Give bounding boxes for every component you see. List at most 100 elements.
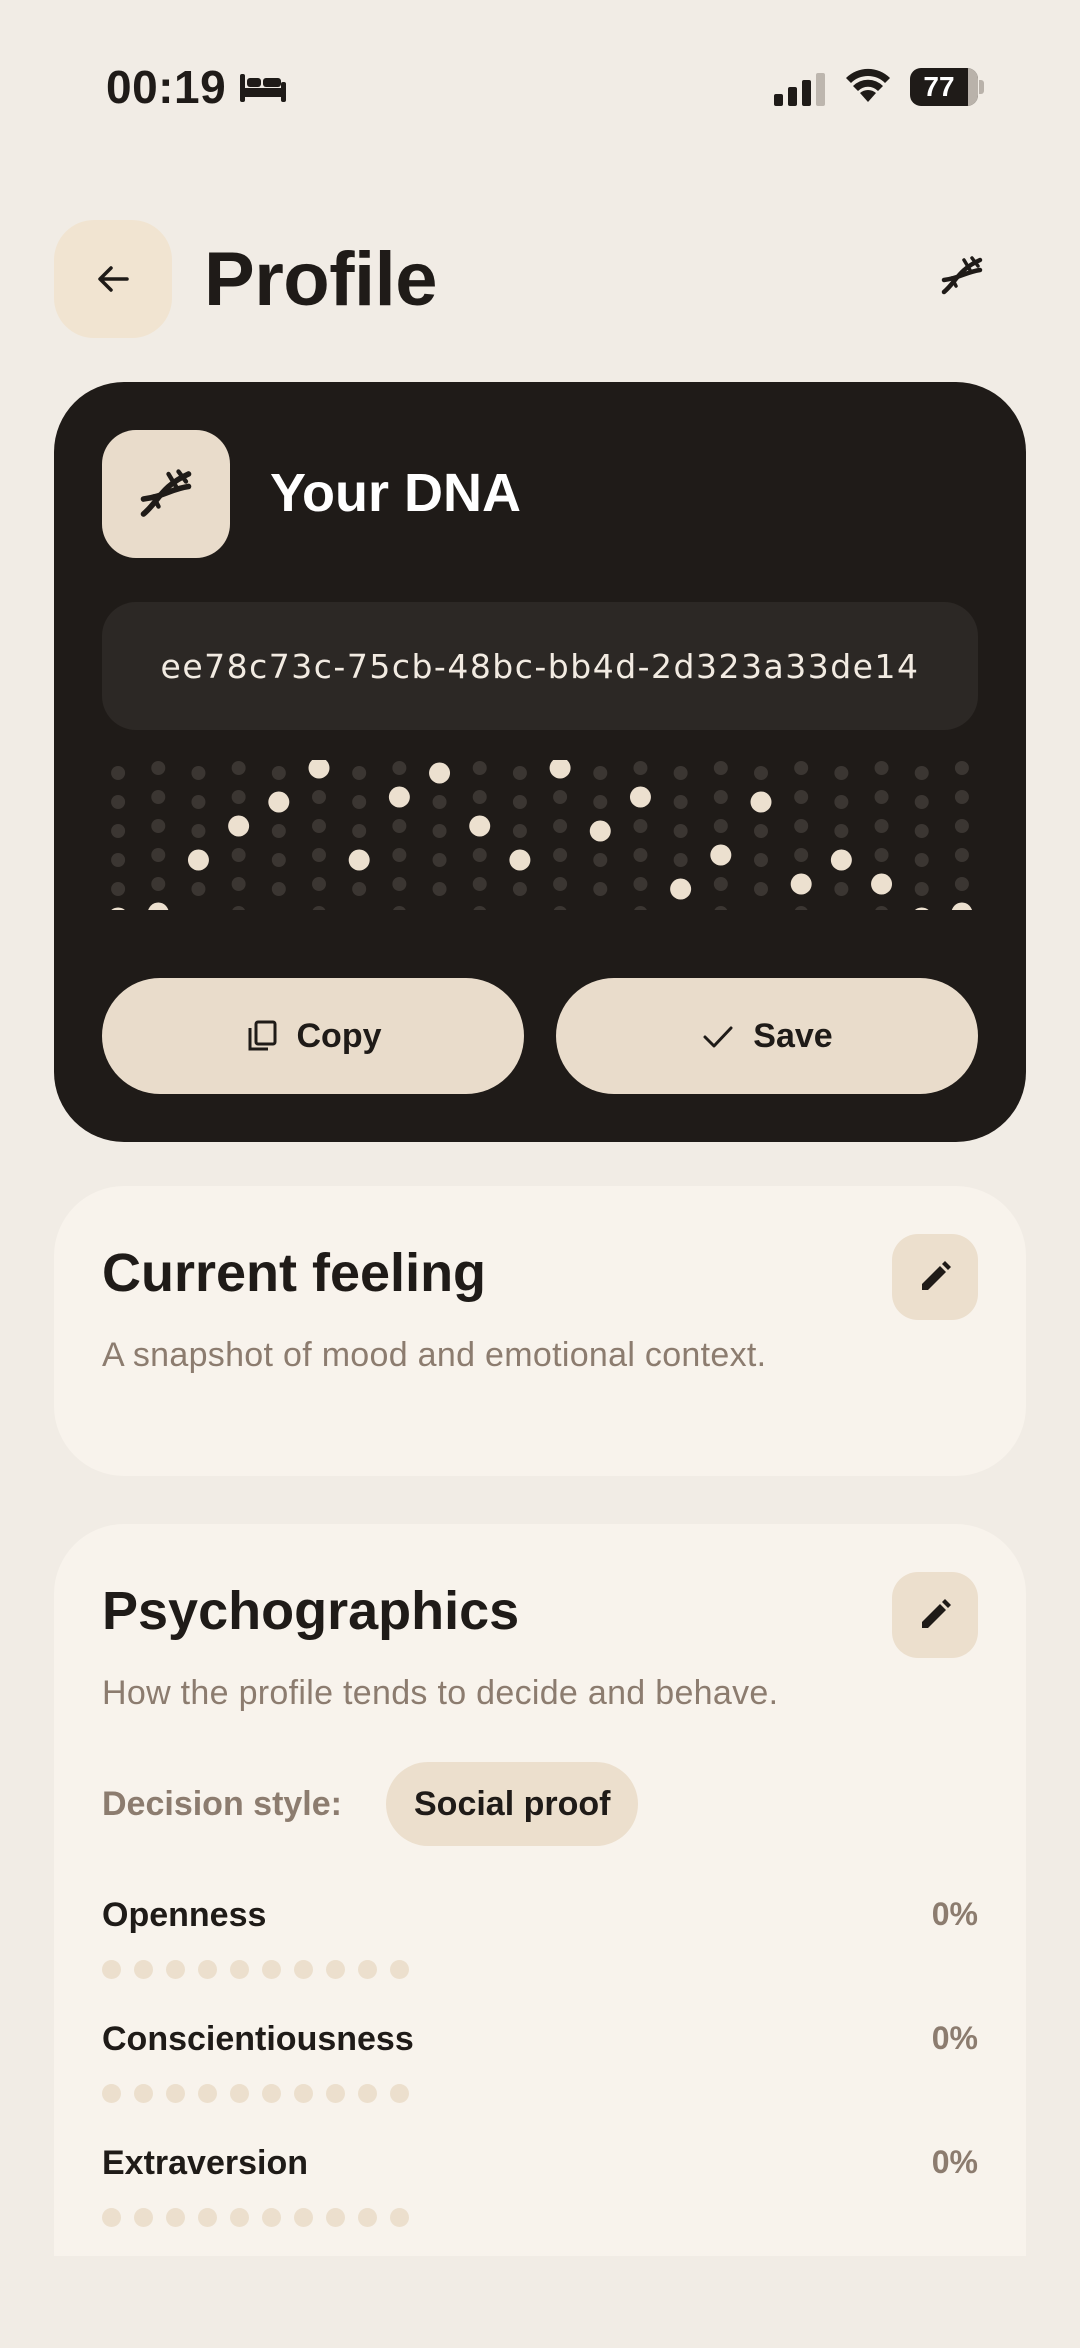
- dna-pattern-dot: [754, 853, 768, 867]
- dna-pattern-dot: [472, 790, 487, 804]
- dna-pattern-dot: [512, 766, 527, 780]
- dna-pattern-dot-active: [871, 873, 893, 895]
- dna-pattern-dot: [914, 882, 929, 896]
- dna-pattern-dot: [673, 766, 688, 780]
- back-button[interactable]: [54, 220, 172, 338]
- dna-id-field[interactable]: ee78c73c-75cb-48bc-bb4d-2d323a33de14: [102, 602, 978, 730]
- dna-pattern-dot: [111, 853, 126, 867]
- current-feeling-description: A snapshot of mood and emotional context…: [102, 1336, 767, 1374]
- dna-pattern-dot: [111, 795, 126, 809]
- dna-pattern-dot-active: [589, 820, 611, 842]
- dna-pattern-dot: [713, 790, 728, 804]
- dna-pattern-dot: [633, 877, 648, 891]
- dna-pattern-dot: [954, 877, 969, 891]
- dna-pattern-dot: [231, 761, 246, 775]
- current-feeling-section: Current feeling A snapshot of mood and e…: [54, 1186, 1026, 1476]
- dna-pattern-dot: [512, 795, 527, 809]
- dna-pattern-dot: [914, 853, 929, 867]
- dna-pattern-dot: [834, 766, 849, 780]
- psychographics-title: Psychographics: [102, 1581, 520, 1641]
- dna-icon: [140, 469, 192, 517]
- dna-pattern-dot: [834, 882, 849, 896]
- trait-level-dots: [102, 2208, 409, 2227]
- dna-pattern-dot: [954, 819, 969, 833]
- dna-pattern-dot: [432, 824, 447, 838]
- dna-pattern-dot: [914, 795, 929, 809]
- copy-icon: [248, 1020, 276, 1051]
- save-label: Save: [753, 1016, 833, 1055]
- dna-pattern-dot: [874, 819, 889, 833]
- dna-pattern-dot: [151, 761, 166, 775]
- dna-pattern-dot: [954, 790, 969, 804]
- psychographics-description: How the profile tends to decide and beha…: [102, 1674, 779, 1712]
- save-button[interactable]: Save: [556, 978, 978, 1094]
- dna-pattern-dot: [473, 906, 487, 910]
- pencil-icon: [922, 1599, 951, 1628]
- dna-pattern-dot: [673, 824, 688, 838]
- dna-pattern-dot: [593, 882, 608, 896]
- dna-pattern-dot-active: [228, 815, 250, 837]
- dna-pattern-dot: [553, 790, 568, 804]
- battery-indicator: 77: [910, 68, 984, 106]
- dna-pattern-dot: [312, 848, 326, 862]
- dna-pattern-dot: [151, 848, 166, 862]
- dna-pattern-dot: [754, 882, 768, 896]
- edit-feeling-button[interactable]: [892, 1234, 978, 1320]
- dna-pattern-dot-active: [790, 873, 812, 895]
- trait-value: 0%: [931, 2144, 978, 2180]
- dna-pattern-dot-active: [509, 849, 531, 871]
- dna-pattern-dot-active: [308, 760, 330, 779]
- dna-pattern-dot: [954, 848, 969, 862]
- dna-pattern-dot-active: [187, 849, 209, 871]
- dna-pattern-dot: [633, 761, 648, 775]
- check-icon: [703, 1026, 733, 1048]
- dna-pattern-dot: [874, 848, 889, 862]
- dna-pattern-dot: [312, 790, 326, 804]
- dna-pattern-dot: [151, 819, 166, 833]
- dna-pattern-dot: [392, 761, 407, 775]
- page-title: Profile: [204, 237, 438, 322]
- dna-pattern-dot: [472, 877, 487, 891]
- dna-pattern-dot-active: [111, 907, 125, 910]
- dna-pattern-dot: [191, 766, 206, 780]
- dna-pattern-dot: [191, 882, 206, 896]
- trait-name: Openness: [102, 1896, 267, 1934]
- dna-pattern-dot: [874, 790, 889, 804]
- dna-pattern-dot: [794, 848, 809, 862]
- decision-style-label: Decision style:: [102, 1785, 342, 1823]
- trait-conscientiousness: Conscientiousness 0%: [102, 2020, 978, 2130]
- dna-pattern-dot: [392, 848, 407, 862]
- dna-pattern-dot-active: [629, 786, 651, 808]
- dna-pattern-dot: [553, 877, 568, 891]
- current-feeling-title: Current feeling: [102, 1243, 487, 1303]
- dna-pattern-dot: [713, 761, 728, 775]
- dna-pattern-dot: [111, 824, 126, 838]
- dna-pattern-dot: [914, 824, 929, 838]
- dna-pattern-dot: [553, 906, 567, 910]
- dna-pattern-dot: [673, 853, 688, 867]
- dna-pattern-dot: [271, 766, 286, 780]
- dna-pattern-dot-active: [830, 849, 852, 871]
- dna-pattern-dot: [151, 877, 166, 891]
- dna-pattern-dot-active: [750, 791, 772, 813]
- dna-pattern-dot: [633, 848, 648, 862]
- trait-openness: Openness 0%: [102, 1896, 978, 2006]
- dna-pattern-dot: [794, 790, 809, 804]
- dna-pattern-dot: [231, 877, 246, 891]
- dna-pattern-dot: [392, 877, 407, 891]
- dna-pattern-dot-active: [469, 815, 491, 837]
- copy-button[interactable]: Copy: [102, 978, 524, 1094]
- dna-icon[interactable]: [934, 248, 990, 304]
- dna-pattern-dot: [191, 795, 206, 809]
- trait-name: Extraversion: [102, 2144, 308, 2182]
- dna-pattern-dot-active: [914, 907, 929, 910]
- decision-style-chip[interactable]: Social proof: [386, 1762, 639, 1846]
- copy-label: Copy: [296, 1016, 382, 1055]
- dna-pattern-dot: [794, 761, 809, 775]
- edit-psychographics-button[interactable]: [892, 1572, 978, 1658]
- dna-pattern-dot: [593, 795, 608, 809]
- dna-pattern-dot: [713, 877, 728, 891]
- dna-pattern-dot: [393, 906, 406, 910]
- pencil-icon: [922, 1261, 951, 1290]
- cellular-signal-icon: [774, 73, 825, 106]
